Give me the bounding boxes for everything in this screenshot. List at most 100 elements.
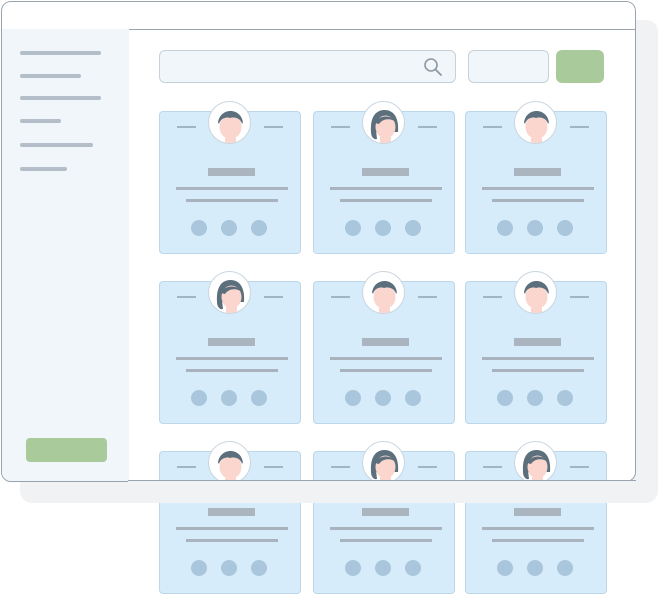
social-icon[interactable] — [527, 560, 543, 576]
card-name — [208, 168, 255, 176]
profile-card[interactable] — [465, 441, 607, 594]
sidebar-item[interactable] — [20, 167, 67, 171]
card-divider — [331, 466, 350, 468]
social-icon[interactable] — [345, 560, 361, 576]
card-description — [330, 527, 442, 530]
card-divider — [570, 296, 589, 298]
profile-card[interactable] — [313, 101, 455, 254]
profile-card[interactable] — [159, 441, 301, 594]
search-input[interactable] — [159, 50, 456, 83]
social-icon[interactable] — [345, 390, 361, 406]
avatar[interactable] — [514, 441, 557, 484]
avatar[interactable] — [362, 441, 405, 484]
sidebar-item[interactable] — [20, 51, 101, 55]
social-icon[interactable] — [221, 390, 237, 406]
card-description — [482, 527, 594, 530]
card-divider — [331, 296, 350, 298]
social-icon[interactable] — [557, 560, 573, 576]
card-name — [514, 508, 561, 516]
social-icon[interactable] — [191, 390, 207, 406]
sidebar-item[interactable] — [20, 96, 101, 100]
social-icon[interactable] — [405, 390, 421, 406]
card-name — [514, 338, 561, 346]
sidebar-footer-button[interactable] — [26, 438, 107, 462]
card-description — [176, 187, 288, 190]
card-divider — [331, 126, 350, 128]
card-divider — [418, 126, 437, 128]
social-icon[interactable] — [557, 390, 573, 406]
card-name — [208, 508, 255, 516]
card-description — [330, 357, 442, 360]
card-divider — [177, 296, 196, 298]
card-divider — [177, 126, 196, 128]
avatar[interactable] — [208, 271, 251, 314]
avatar[interactable] — [208, 441, 251, 484]
card-name — [362, 338, 409, 346]
card-description — [340, 199, 432, 202]
social-icon[interactable] — [497, 560, 513, 576]
social-icon[interactable] — [251, 560, 267, 576]
window-bottom-mask — [128, 481, 637, 503]
profile-card[interactable] — [159, 101, 301, 254]
social-icon[interactable] — [375, 220, 391, 236]
social-icon[interactable] — [251, 220, 267, 236]
social-icon[interactable] — [375, 560, 391, 576]
social-icon[interactable] — [221, 560, 237, 576]
avatar[interactable] — [208, 101, 251, 144]
social-icon[interactable] — [345, 220, 361, 236]
card-divider — [483, 296, 502, 298]
social-icon[interactable] — [191, 560, 207, 576]
card-divider — [570, 466, 589, 468]
window-bottom-border — [128, 480, 636, 481]
primary-action-button[interactable] — [556, 50, 604, 83]
social-icon[interactable] — [251, 390, 267, 406]
card-description — [340, 539, 432, 542]
social-icon[interactable] — [527, 390, 543, 406]
card-divider — [177, 466, 196, 468]
card-description — [492, 539, 584, 542]
card-description — [492, 369, 584, 372]
card-divider — [264, 126, 283, 128]
card-description — [482, 357, 594, 360]
card-divider — [264, 466, 283, 468]
filter-dropdown[interactable] — [468, 50, 549, 83]
sidebar-item[interactable] — [20, 119, 61, 123]
card-description — [186, 369, 278, 372]
sidebar-item[interactable] — [20, 74, 81, 78]
social-icon[interactable] — [527, 220, 543, 236]
profile-card[interactable] — [159, 271, 301, 424]
card-description — [186, 539, 278, 542]
card-description — [330, 187, 442, 190]
social-icon[interactable] — [497, 220, 513, 236]
avatar[interactable] — [362, 271, 405, 314]
search-icon[interactable] — [423, 57, 443, 77]
profile-card[interactable] — [313, 441, 455, 594]
card-divider — [418, 466, 437, 468]
social-icon[interactable] — [497, 390, 513, 406]
avatar[interactable] — [514, 101, 557, 144]
social-icon[interactable] — [557, 220, 573, 236]
card-divider — [570, 126, 589, 128]
card-divider — [264, 296, 283, 298]
card-name — [362, 508, 409, 516]
sidebar — [2, 29, 129, 481]
card-description — [492, 199, 584, 202]
social-icon[interactable] — [191, 220, 207, 236]
social-icon[interactable] — [375, 390, 391, 406]
social-icon[interactable] — [405, 220, 421, 236]
social-icon[interactable] — [221, 220, 237, 236]
sidebar-item[interactable] — [20, 143, 93, 147]
card-name — [208, 338, 255, 346]
profile-card[interactable] — [465, 101, 607, 254]
card-description — [176, 527, 288, 530]
card-description — [482, 187, 594, 190]
card-description — [176, 357, 288, 360]
profile-card[interactable] — [465, 271, 607, 424]
avatar[interactable] — [362, 101, 405, 144]
profile-card[interactable] — [313, 271, 455, 424]
card-divider — [483, 126, 502, 128]
avatar[interactable] — [514, 271, 557, 314]
social-icon[interactable] — [405, 560, 421, 576]
card-name — [362, 168, 409, 176]
title-bar — [2, 2, 635, 30]
